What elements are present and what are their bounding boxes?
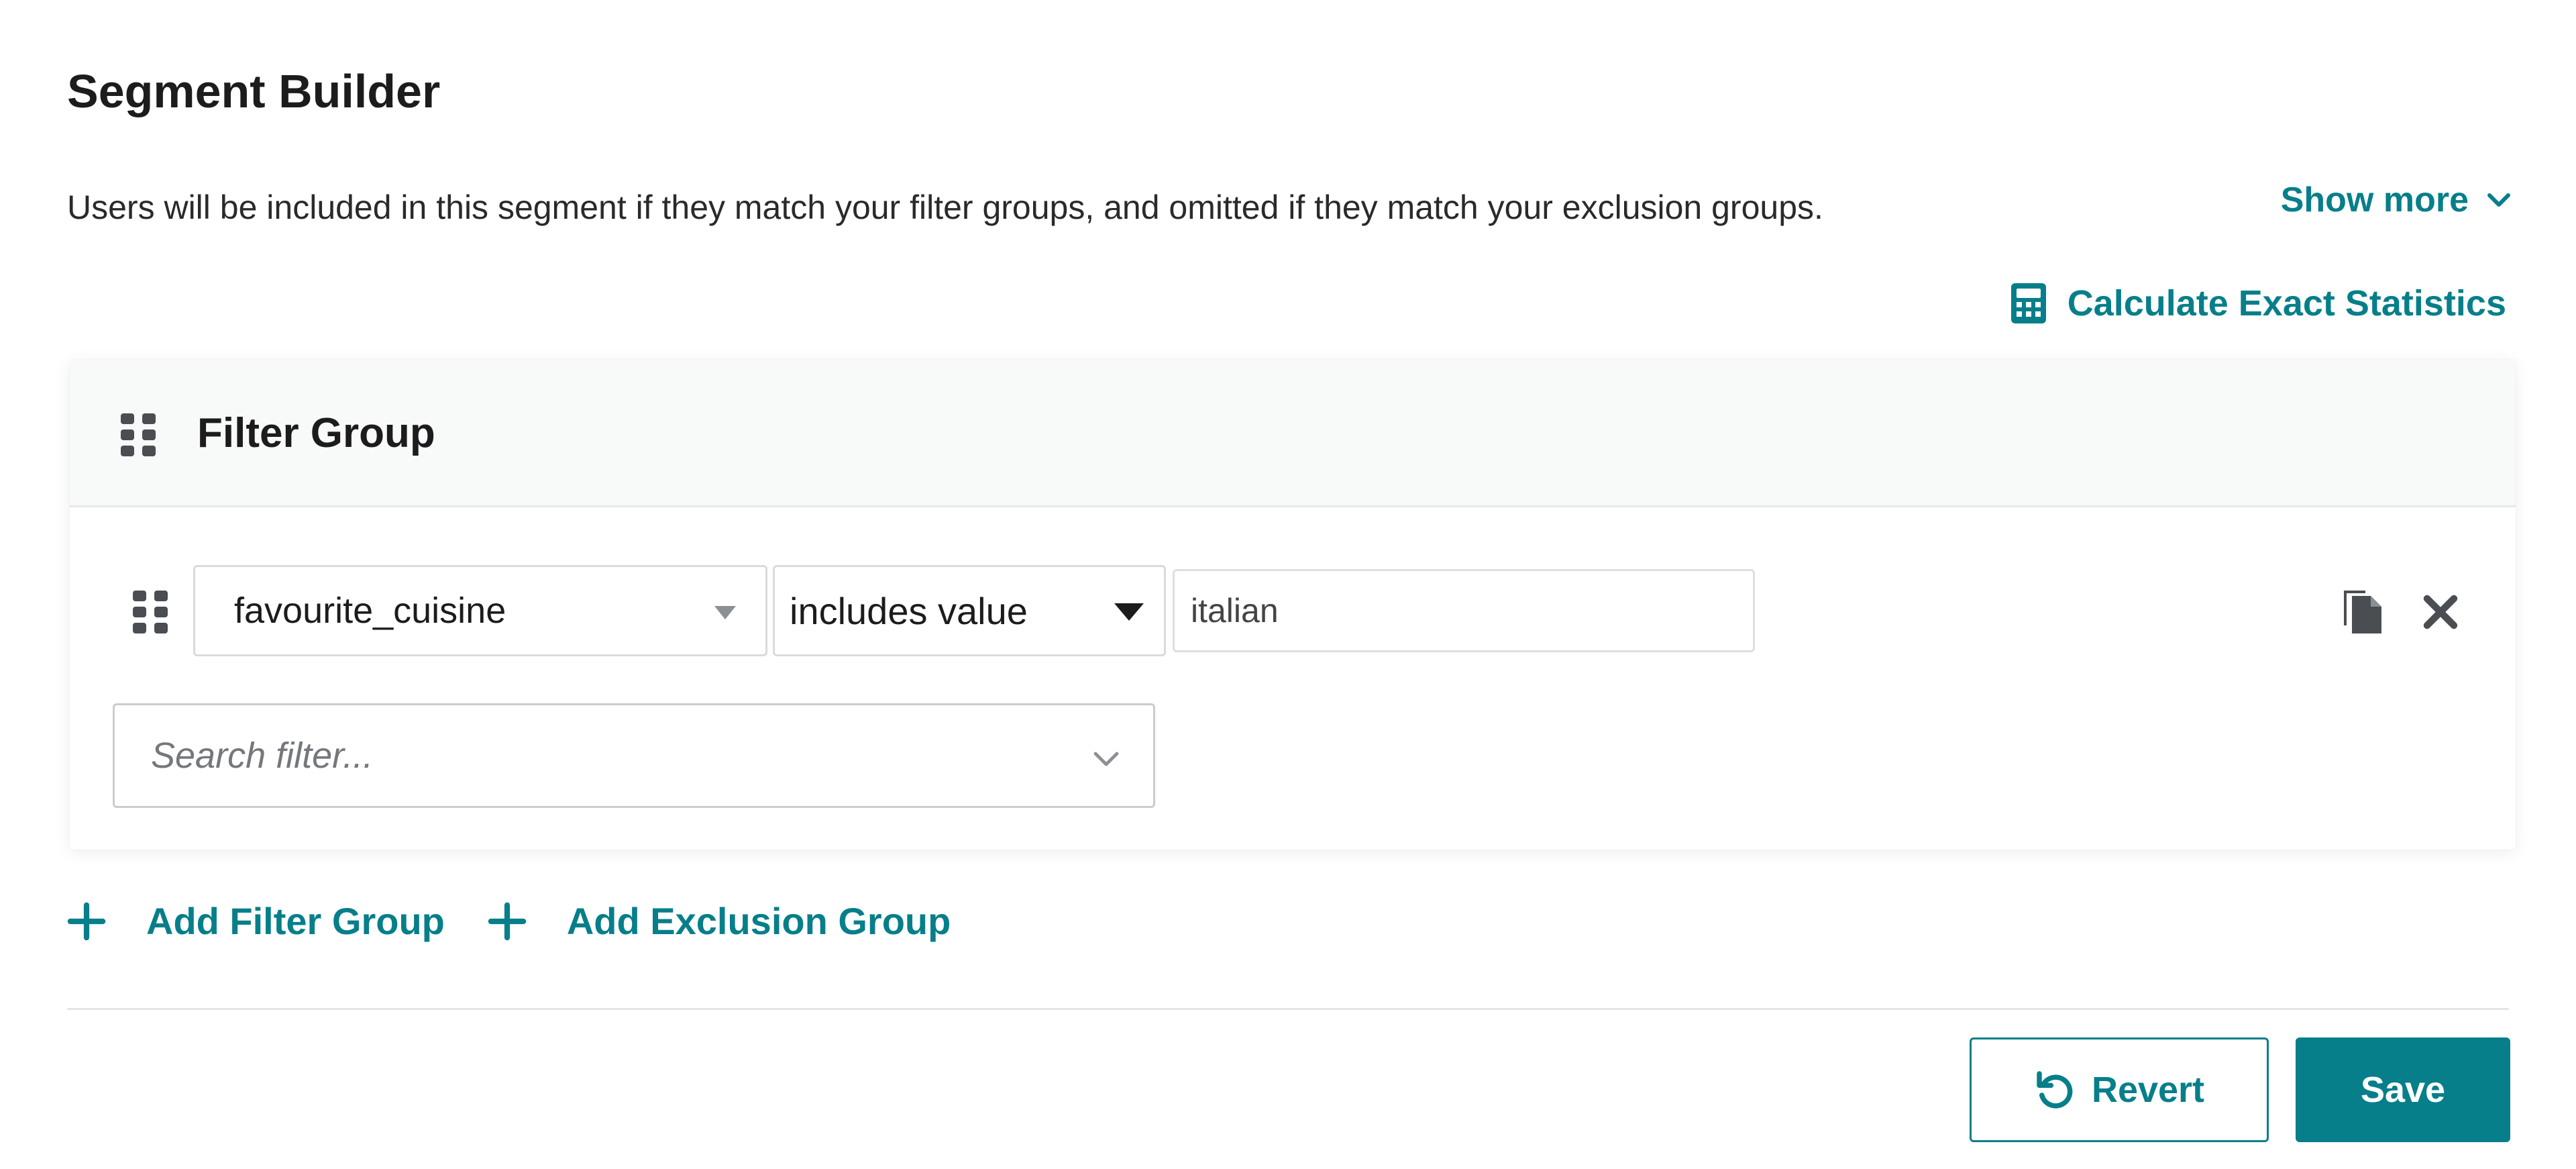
group-actions: Add Filter Group Add Exclusion Group — [67, 899, 951, 943]
close-icon[interactable] — [2422, 593, 2459, 631]
add-filter-group-button[interactable]: Add Filter Group — [67, 899, 445, 943]
filter-group-title: Filter Group — [197, 410, 435, 456]
calculator-icon — [2010, 283, 2046, 323]
add-filter-group-label: Add Filter Group — [146, 900, 445, 942]
plus-icon — [67, 902, 106, 940]
revert-label: Revert — [2091, 1070, 2205, 1110]
add-exclusion-group-label: Add Exclusion Group — [566, 900, 951, 942]
footer-divider — [67, 1008, 2509, 1010]
show-more-label: Show more — [2280, 181, 2469, 219]
page-title: Segment Builder — [67, 65, 441, 117]
property-select[interactable]: favourite_cuisine — [193, 565, 767, 656]
plus-icon — [488, 902, 527, 940]
search-filter-placeholder: Search filter... — [151, 735, 374, 776]
drag-handle-icon[interactable] — [130, 591, 170, 633]
segment-description: Users will be included in this segment i… — [67, 189, 1823, 226]
chevron-down-icon — [2487, 193, 2510, 207]
caret-down-icon — [1114, 603, 1144, 621]
add-exclusion-group-button[interactable]: Add Exclusion Group — [488, 899, 951, 943]
filter-value-input[interactable] — [1173, 569, 1755, 652]
filter-group-header: Filter Group — [70, 360, 2516, 507]
copy-icon[interactable] — [2341, 588, 2384, 636]
chevron-down-icon — [1093, 752, 1119, 766]
filter-group-card: Filter Group favourite_cuisine includes … — [70, 360, 2516, 850]
save-button[interactable]: Save — [2296, 1037, 2510, 1142]
operator-select-value: includes value — [790, 589, 1028, 632]
property-select-value: favourite_cuisine — [234, 591, 506, 631]
undo-icon — [2037, 1071, 2073, 1109]
drag-handle-icon[interactable] — [118, 413, 158, 456]
calculate-label: Calculate Exact Statistics — [2067, 283, 2506, 323]
caret-down-icon — [714, 606, 736, 619]
search-filter-dropdown[interactable]: Search filter... — [113, 703, 1155, 808]
calculate-exact-statistics-button[interactable]: Calculate Exact Statistics — [2010, 282, 2506, 325]
show-more-button[interactable]: Show more — [2281, 180, 2513, 220]
revert-button[interactable]: Revert — [1970, 1037, 2269, 1142]
operator-select[interactable]: includes value — [773, 565, 1166, 656]
